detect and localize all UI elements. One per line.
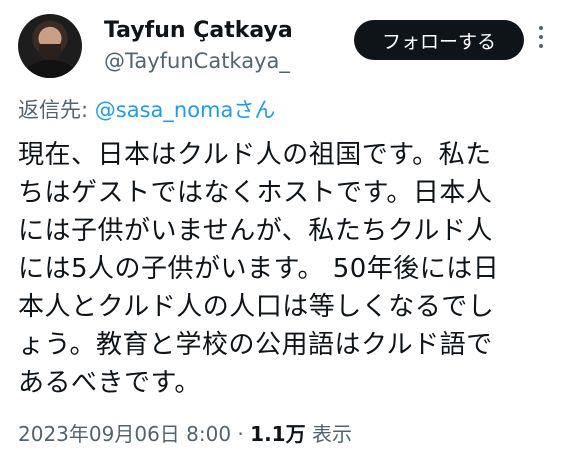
avatar[interactable] <box>18 14 82 78</box>
author-handle[interactable]: @TayfunCatkaya_ <box>104 48 290 74</box>
views-count: 1.1万 <box>250 422 306 446</box>
reply-prefix: 返信先: <box>18 98 95 122</box>
avatar-shoulders <box>24 60 76 78</box>
avatar-beard <box>39 44 61 60</box>
tweet-meta: 2023年09月06日 8:00 · 1.1万 表示 <box>18 420 352 448</box>
tweet-text: 現在、日本はクルド人の祖国です。私た ちはゲストではなくホストです。日本人 には… <box>18 140 500 398</box>
meta-separator: · <box>231 422 251 446</box>
more-options-icon[interactable] <box>537 26 545 53</box>
reply-mention-link[interactable]: @sasa_nomaさん <box>95 98 276 122</box>
tweet-timestamp[interactable]: 2023年09月06日 8:00 <box>18 422 231 446</box>
author-display-name[interactable]: Tayfun Çatkaya <box>104 18 293 44</box>
reply-to-line: 返信先: @sasa_nomaさん <box>18 96 275 124</box>
views-label: 表示 <box>305 422 352 446</box>
follow-button[interactable]: フォローする <box>354 20 524 60</box>
